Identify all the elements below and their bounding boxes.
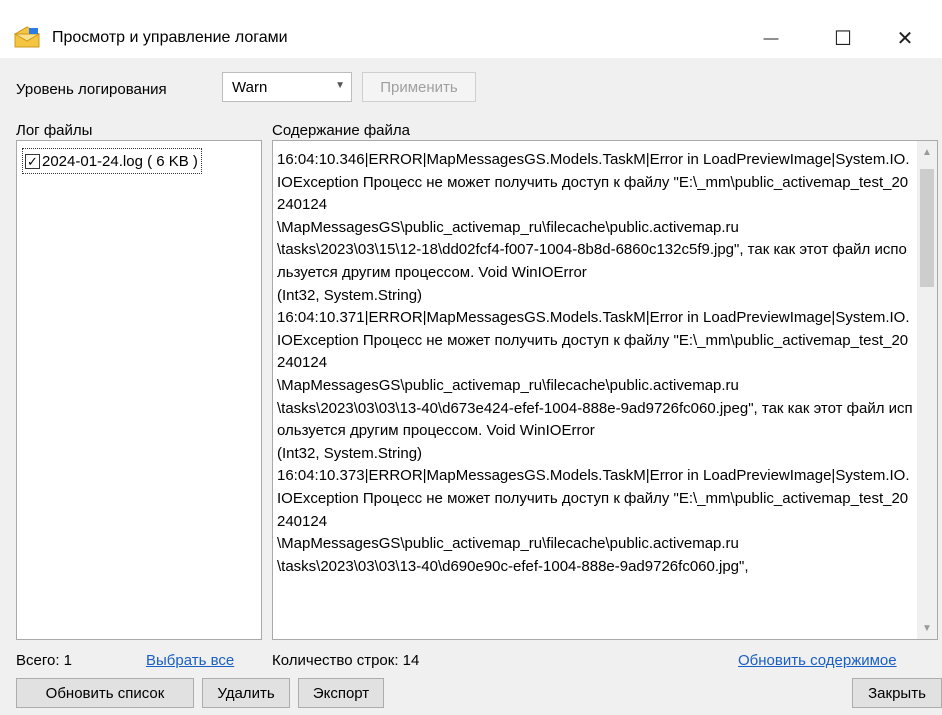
maximize-icon: ☐: [834, 27, 852, 50]
log-files-label: Лог файлы: [16, 122, 93, 139]
file-name: 2024-01-24.log ( 6 KB ): [42, 152, 198, 170]
window-title: Просмотр и управление логами: [52, 29, 288, 46]
envelope-icon: [14, 26, 40, 48]
file-checkbox[interactable]: ✓: [25, 153, 40, 169]
export-button[interactable]: Экспорт: [298, 678, 384, 708]
select-all-link[interactable]: Выбрать все: [146, 652, 234, 669]
vertical-scrollbar[interactable]: ▲ ▼: [917, 141, 937, 639]
minimize-icon: —: [763, 29, 779, 47]
total-count-label: Всего: 1: [16, 652, 73, 669]
log-level-label: Уровень логирования: [16, 81, 167, 98]
title-bar[interactable]: Просмотр и управление логами — ☐ ✕: [0, 0, 942, 58]
log-files-list[interactable]: ✓ 2024-01-24.log ( 6 KB ): [16, 140, 262, 640]
delete-button[interactable]: Удалить: [202, 678, 290, 708]
chevron-down-icon: ▼: [335, 80, 345, 91]
scrollbar-thumb[interactable]: [920, 169, 934, 287]
minimize-button[interactable]: —: [746, 18, 796, 58]
file-content-label: Содержание файла: [272, 122, 410, 139]
scroll-up-arrow-icon[interactable]: ▲: [917, 141, 937, 163]
close-button[interactable]: Закрыть: [852, 678, 942, 708]
log-level-select[interactable]: Warn ▼: [222, 72, 352, 102]
log-viewer-window: Просмотр и управление логами — ☐ ✕ Урове…: [0, 0, 942, 715]
refresh-list-button[interactable]: Обновить список: [16, 678, 194, 708]
list-item[interactable]: ✓ 2024-01-24.log ( 6 KB ): [22, 148, 202, 174]
line-count-label: Количество строк: 14: [272, 652, 420, 669]
scroll-down-arrow-icon[interactable]: ▼: [917, 617, 937, 639]
log-level-value: Warn: [232, 79, 268, 96]
checkmark-icon: ✓: [27, 153, 38, 169]
close-icon: ✕: [896, 27, 914, 50]
file-content-text: 16:04:10.346|ERROR|MapMessagesGS.Models.…: [277, 151, 913, 575]
refresh-content-link[interactable]: Обновить содержимое: [738, 652, 942, 669]
apply-button[interactable]: Применить: [362, 72, 476, 102]
close-window-button[interactable]: ✕: [880, 18, 930, 58]
file-content-textbox[interactable]: 16:04:10.346|ERROR|MapMessagesGS.Models.…: [272, 140, 938, 640]
maximize-button[interactable]: ☐: [818, 18, 868, 58]
